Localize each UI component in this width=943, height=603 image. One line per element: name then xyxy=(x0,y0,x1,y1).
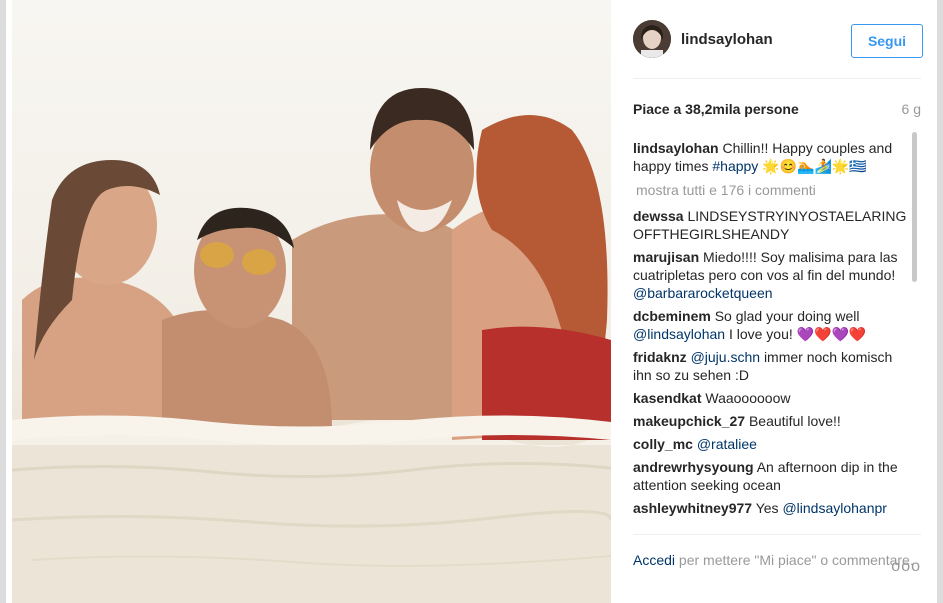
post-window: lindsaylohan Segui Piace a 38,2mila pers… xyxy=(0,0,943,603)
avatar-image xyxy=(633,20,671,58)
comment-mention[interactable]: @lindsaylohan xyxy=(633,326,725,342)
comment-item: colly_mc @rataliee xyxy=(633,435,911,453)
comment-text-end: I love you! 💜❤️💜❤️ xyxy=(728,326,867,342)
comment-item: kasendkat Waaoooooow xyxy=(633,389,911,407)
caption-username[interactable]: lindsaylohan xyxy=(633,140,719,156)
scrollbar[interactable] xyxy=(912,132,917,282)
post-photo[interactable] xyxy=(12,0,611,603)
comment-item: andrewrhysyoung An afternoon dip in the … xyxy=(633,458,911,494)
comment-username[interactable]: andrewrhysyoung xyxy=(633,459,754,475)
comment-username[interactable]: fridaknz xyxy=(633,349,687,365)
post-sidebar: lindsaylohan Segui Piace a 38,2mila pers… xyxy=(611,0,937,603)
post-header: lindsaylohan Segui xyxy=(633,18,923,79)
login-link[interactable]: Accedi xyxy=(633,552,675,568)
beach-photo-illustration xyxy=(12,88,611,603)
comment-item: dewssa LINDSEYSTRYINYOSTAELARINGOFFTHEGI… xyxy=(633,207,911,243)
comment-item: makeupchick_27 Beautiful love!! xyxy=(633,412,911,430)
comment-text: Beautiful love!! xyxy=(748,413,841,429)
comment-text: Waaoooooow xyxy=(705,390,791,406)
comment-username[interactable]: dcbeminem xyxy=(633,308,711,324)
comment-username[interactable]: marujisan xyxy=(633,249,699,265)
comment-mention[interactable]: @barbararocketqueen xyxy=(633,285,773,301)
avatar[interactable] xyxy=(633,20,671,58)
caption-hashtag[interactable]: #happy xyxy=(712,158,758,174)
login-prompt-text: per mettere "Mi piace" o commentare. xyxy=(678,552,914,568)
comment-username[interactable]: colly_mc xyxy=(633,436,693,452)
view-all-comments-link[interactable]: mostra tutti e 176 i commenti xyxy=(633,181,911,199)
comment-item: fridaknz @juju.schn immer noch komisch i… xyxy=(633,348,911,384)
caption-emoji: 🌟😊🏊🏄🌟🇬🇷 xyxy=(762,158,867,174)
comment-text: So glad your doing well xyxy=(714,308,860,324)
comment-item: ashleywhitney977 Yes @lindsaylohanpr xyxy=(633,499,911,517)
comment-username[interactable]: dewssa xyxy=(633,208,684,224)
comment-username[interactable]: ashleywhitney977 xyxy=(633,500,752,516)
comment-mention[interactable]: @rataliee xyxy=(697,436,757,452)
comment-mention[interactable]: @lindsaylohanpr xyxy=(782,500,887,516)
comment-item: marujisan Miedo!!!! Soy malisima para la… xyxy=(633,248,911,302)
post-footer: Accedi per mettere "Mi piace" o commenta… xyxy=(633,534,921,575)
comments-list: lindsaylohan Chillin!! Happy couples and… xyxy=(633,139,911,522)
caption: lindsaylohan Chillin!! Happy couples and… xyxy=(633,139,911,175)
comment-username[interactable]: kasendkat xyxy=(633,390,701,406)
comment-mention[interactable]: @juju.schn xyxy=(691,349,760,365)
comment-username[interactable]: makeupchick_27 xyxy=(633,413,745,429)
follow-button[interactable]: Segui xyxy=(851,24,923,58)
comment-text: Yes xyxy=(755,500,779,516)
more-options-icon[interactable]: ooo xyxy=(891,557,921,577)
post-age[interactable]: 6 g xyxy=(897,101,921,117)
comment-item: dcbeminem So glad your doing well @linds… xyxy=(633,307,911,343)
likes-count[interactable]: Piace a 38,2mila persone xyxy=(633,101,799,117)
username[interactable]: lindsaylohan xyxy=(681,31,773,48)
